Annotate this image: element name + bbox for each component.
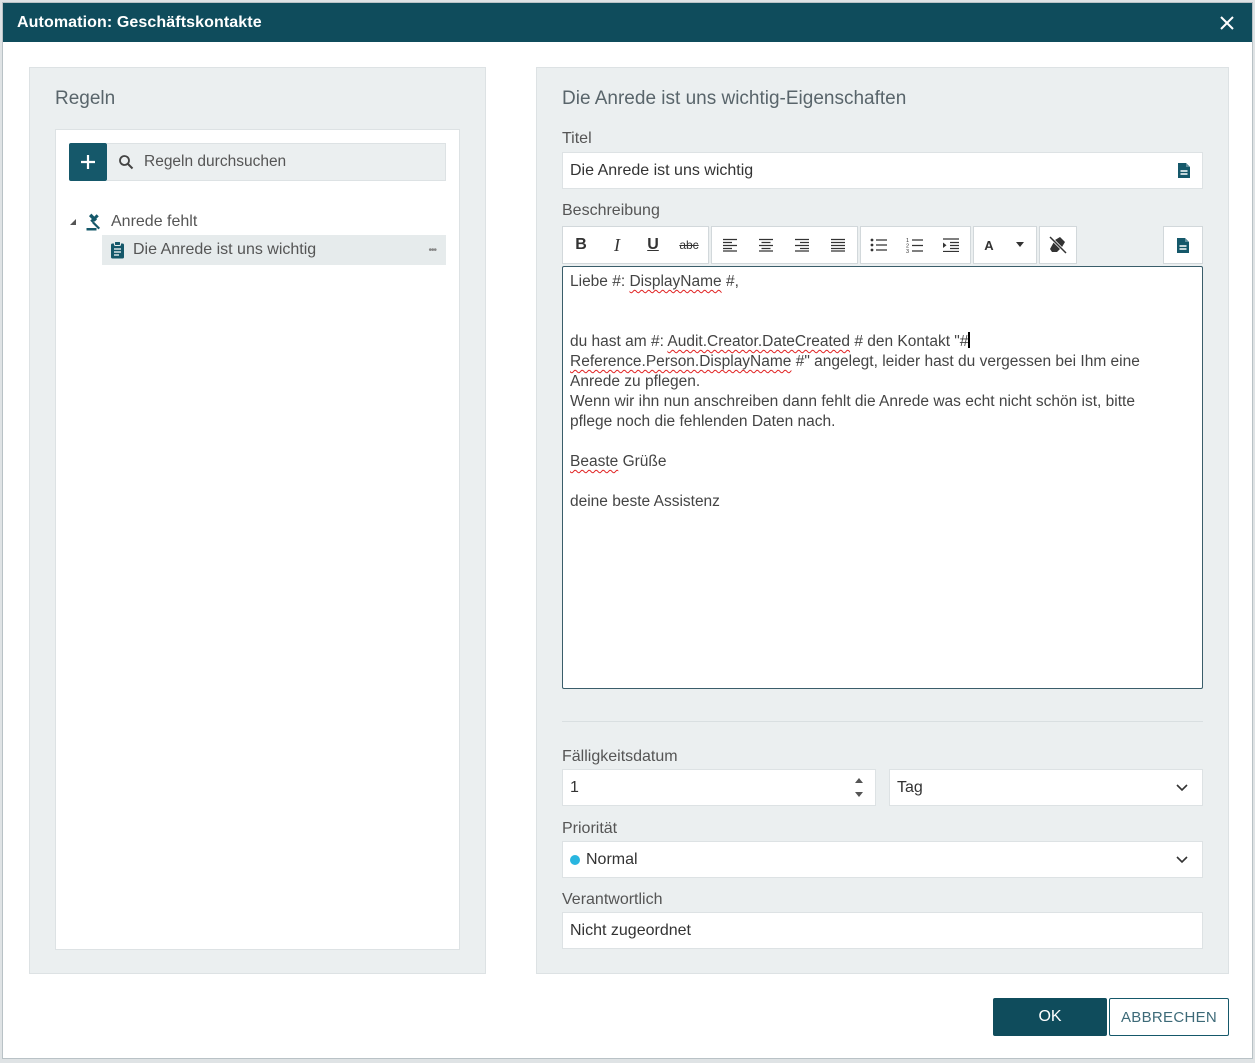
editor-line: Beaste Grüße [570, 453, 667, 470]
titel-value: Die Anrede ist uns wichtig [570, 161, 754, 179]
text-caret [968, 332, 971, 348]
underline-button[interactable]: U [635, 227, 671, 263]
properties-heading: Die Anrede ist uns wichtig-Eigenschaften [562, 88, 907, 109]
editor-line: Reference.Person.DisplayName #" angelegt… [570, 353, 1140, 370]
close-icon[interactable] [1216, 12, 1238, 34]
caret-down-icon [1016, 242, 1024, 247]
insert-template-button[interactable] [1164, 227, 1202, 263]
stepper-arrows[interactable] [855, 778, 863, 797]
verantwortlich-field[interactable]: Nicht zugeordnet [562, 912, 1203, 949]
bold-button[interactable]: B [563, 227, 599, 263]
chevron-down-icon [1176, 855, 1188, 863]
toolbar-template-group [1163, 226, 1203, 264]
titel-field[interactable]: Die Anrede ist uns wichtig [562, 152, 1203, 189]
align-right-icon [795, 238, 809, 252]
align-justify-button[interactable] [820, 227, 856, 263]
editor-line: pflege noch die fehlenden Daten nach. [570, 413, 836, 430]
numbered-list-button[interactable]: 123 [897, 227, 933, 263]
arrow-down-icon[interactable] [855, 791, 863, 797]
indent-button[interactable] [933, 227, 969, 263]
faelligkeit-stepper[interactable]: 1 [562, 769, 876, 806]
faelligkeit-unit-value: Tag [897, 778, 923, 796]
editor-line: du hast am #: Audit.Creator.DateCreated … [570, 332, 971, 350]
indent-icon [943, 238, 959, 252]
clipboard-icon [111, 241, 124, 259]
font-color-button[interactable]: A [974, 227, 1004, 263]
priority-dot-icon [570, 854, 580, 865]
chevron-down-icon [1176, 783, 1188, 791]
bullet-list-button[interactable] [861, 227, 897, 263]
align-left-button[interactable] [712, 227, 748, 263]
align-center-icon [759, 238, 773, 252]
svg-text:3: 3 [906, 249, 909, 253]
ok-button[interactable]: OK [993, 998, 1107, 1036]
align-justify-icon [831, 238, 845, 252]
numbered-list-icon: 123 [906, 238, 923, 253]
prioritaet-value: Normal [586, 850, 638, 868]
faelligkeit-unit-select[interactable]: Tag [889, 769, 1203, 806]
properties-panel: Die Anrede ist uns wichtig-Eigenschaften… [536, 67, 1229, 974]
collapse-triangle-icon[interactable] [68, 217, 78, 227]
dialog-title: Automation: Geschäftskontakte [17, 13, 262, 31]
dialog-titlebar: Automation: Geschäftskontakte [3, 3, 1252, 42]
plus-icon [81, 155, 95, 169]
toolbar-clean-group [1039, 226, 1077, 264]
add-rule-button[interactable] [69, 143, 107, 181]
toolbar-format-group: B I U abc [562, 226, 709, 264]
tree-group-anrede-fehlt[interactable]: Anrede fehlt [68, 210, 197, 234]
arrow-up-icon[interactable] [855, 778, 863, 784]
toolbar-align-group [711, 226, 858, 264]
italic-button[interactable]: I [599, 227, 635, 263]
align-left-icon [723, 238, 737, 252]
rules-panel: Regeln Regeln durchsuchen Anrede fehlt D… [29, 67, 486, 974]
toolbar-color-group: A [973, 226, 1037, 264]
editor-line: Anrede zu pflegen. [570, 373, 701, 390]
editor-line: Wenn wir ihn nun anschreiben dann fehlt … [570, 393, 1135, 410]
search-input[interactable]: Regeln durchsuchen [144, 153, 286, 171]
document-icon [1177, 237, 1189, 253]
automation-dialog: Automation: Geschäftskontakte Regeln Reg… [2, 2, 1253, 1059]
cancel-button[interactable]: ABBRECHEN [1109, 998, 1229, 1036]
faelligkeit-label: Fälligkeitsdatum [562, 748, 678, 765]
tree-item-label: Die Anrede ist uns wichtig [133, 241, 317, 258]
verantwortlich-value: Nicht zugeordnet [570, 921, 691, 939]
faelligkeit-value: 1 [570, 778, 579, 796]
prioritaet-select[interactable]: Normal [562, 841, 1203, 878]
align-right-button[interactable] [784, 227, 820, 263]
beschreibung-label: Beschreibung [562, 202, 660, 219]
rules-tree-box: Regeln durchsuchen Anrede fehlt Die Anre… [55, 129, 460, 950]
toolbar-list-group: 123 [860, 226, 971, 264]
verantwortlich-label: Verantwortlich [562, 891, 663, 908]
font-color-dropdown[interactable] [1004, 227, 1036, 263]
clear-format-button[interactable] [1040, 227, 1076, 263]
align-center-button[interactable] [748, 227, 784, 263]
clear-format-icon [1048, 235, 1068, 255]
titel-label: Titel [562, 130, 592, 147]
editor-line: deine beste Assistenz [570, 493, 720, 510]
rules-search[interactable]: Regeln durchsuchen [107, 143, 446, 181]
search-icon [119, 155, 134, 170]
tree-item-menu-icon[interactable]: ••• [428, 245, 436, 256]
tree-item-die-anrede[interactable]: Die Anrede ist uns wichtig ••• [102, 235, 446, 265]
description-editor[interactable]: Liebe #: DisplayName #, du hast am #: Au… [562, 266, 1203, 689]
section-divider [562, 721, 1203, 722]
rules-heading: Regeln [55, 88, 116, 109]
document-icon[interactable] [1177, 162, 1191, 179]
gavel-icon [86, 213, 101, 231]
prioritaet-label: Priorität [562, 820, 618, 837]
bullet-list-icon [870, 238, 887, 252]
editor-line: Liebe #: DisplayName #, [570, 273, 739, 290]
tree-group-label: Anrede fehlt [111, 213, 198, 230]
strikethrough-button[interactable]: abc [671, 227, 707, 263]
